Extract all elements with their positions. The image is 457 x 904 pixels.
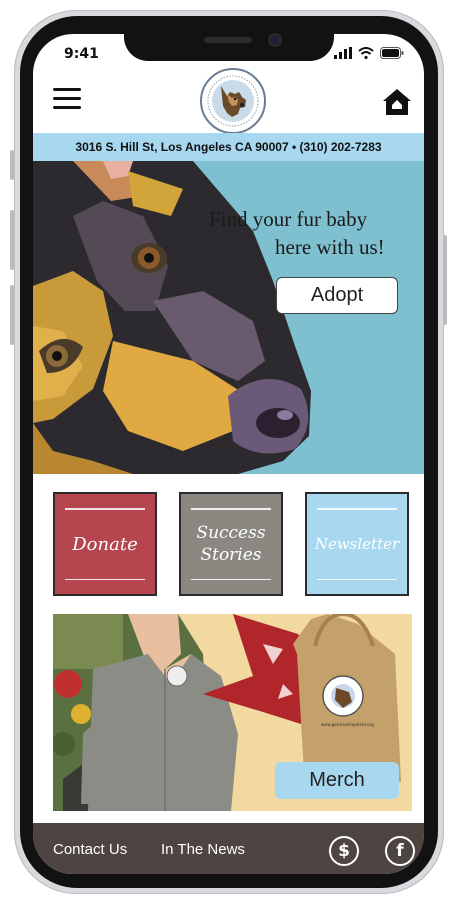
tile-divider (317, 508, 397, 510)
german-shepherd-seal-logo (204, 72, 262, 130)
newsletter-tile[interactable]: Newsletter (305, 492, 409, 596)
side-button-mute (10, 150, 14, 180)
camera-icon (270, 35, 280, 45)
notch (124, 25, 334, 61)
speaker-grille (204, 37, 252, 43)
signal-icon (334, 47, 352, 59)
side-button-volume-down (10, 285, 14, 345)
tile-divider (65, 578, 145, 580)
facebook-icon[interactable]: f (385, 836, 415, 866)
success-stories-tile[interactable]: Success Stories (179, 492, 283, 596)
wifi-icon (358, 47, 374, 59)
screen: 9:41 3016 S. Hill St, Los Angeles CA 900… (33, 34, 424, 874)
success-stories-label: Success Stories (196, 523, 266, 565)
footer-bar: Contact Us In The News $ f (33, 823, 424, 874)
hero-headline-line2: here with us! (275, 235, 385, 259)
home-icon (383, 89, 411, 115)
tile-divider (317, 578, 397, 580)
side-button-power (443, 235, 447, 325)
dollar-icon[interactable]: $ (329, 836, 359, 866)
app-header (33, 68, 424, 134)
tile-divider (191, 578, 271, 580)
hamburger-menu-icon[interactable] (53, 88, 81, 110)
hero-banner: Find your fur baby here with us! Adopt (33, 161, 424, 474)
status-icons (334, 47, 404, 59)
logo[interactable] (200, 68, 266, 134)
newsletter-label: Newsletter (314, 535, 400, 553)
side-button-volume-up (10, 210, 14, 270)
bag-url-text: www.germanshepherd.org (321, 722, 374, 727)
contact-us-link[interactable]: Contact Us (53, 841, 127, 858)
adopt-button[interactable]: Adopt (276, 277, 398, 314)
donate-tile[interactable]: Donate (53, 492, 157, 596)
tile-divider (191, 508, 271, 510)
merch-banner[interactable]: www.germanshepherd.org Merch (53, 614, 412, 811)
merch-button[interactable]: Merch (275, 762, 399, 799)
home-button[interactable] (382, 88, 412, 116)
hero-headline-line1: Find your fur baby (209, 207, 368, 231)
address-bar[interactable]: 3016 S. Hill St, Los Angeles CA 90007 • … (33, 133, 424, 161)
donate-label: Donate (72, 533, 138, 555)
tile-divider (65, 508, 145, 510)
in-the-news-link[interactable]: In The News (161, 841, 245, 858)
status-time: 9:41 (64, 46, 99, 62)
battery-icon (380, 47, 404, 59)
